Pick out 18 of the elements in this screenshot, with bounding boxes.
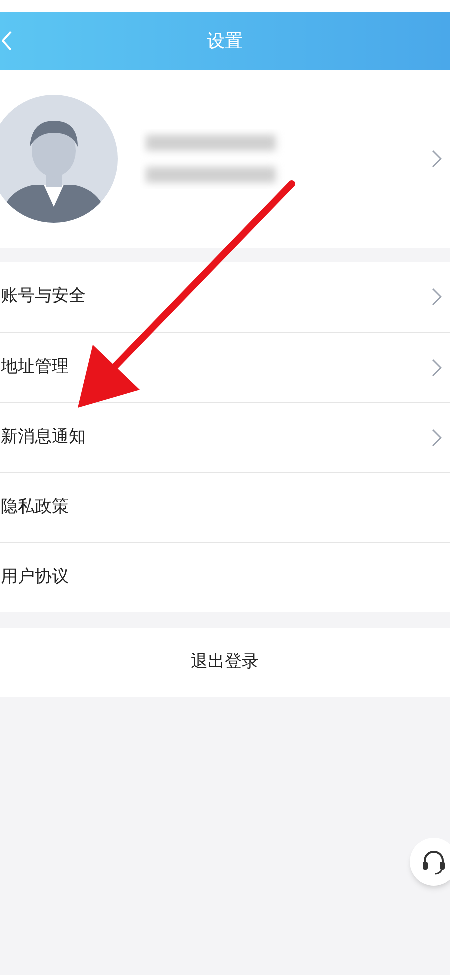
menu-item-label: 用户协议	[1, 566, 69, 589]
back-icon	[2, 31, 12, 51]
page-title: 设置	[207, 30, 243, 54]
menu-item[interactable]: 隐私政策	[0, 472, 450, 542]
chevron-right-icon	[432, 150, 442, 168]
support-button[interactable]	[410, 838, 450, 886]
menu-item[interactable]: 用户协议	[0, 542, 450, 612]
menu-item-label: 地址管理	[1, 356, 69, 379]
logout-button[interactable]: 退出登录	[0, 628, 450, 697]
menu-item[interactable]: 账号与安全	[0, 262, 450, 332]
chevron-right-icon	[432, 428, 442, 446]
chevron-right-icon	[432, 288, 442, 306]
menu-item-label: 新消息通知	[1, 426, 86, 449]
profile-card[interactable]	[0, 70, 450, 248]
menu-item-label: 账号与安全	[1, 285, 86, 308]
menu-item-label: 隐私政策	[1, 496, 69, 519]
chevron-right-icon	[432, 358, 442, 376]
headset-icon	[420, 848, 448, 876]
